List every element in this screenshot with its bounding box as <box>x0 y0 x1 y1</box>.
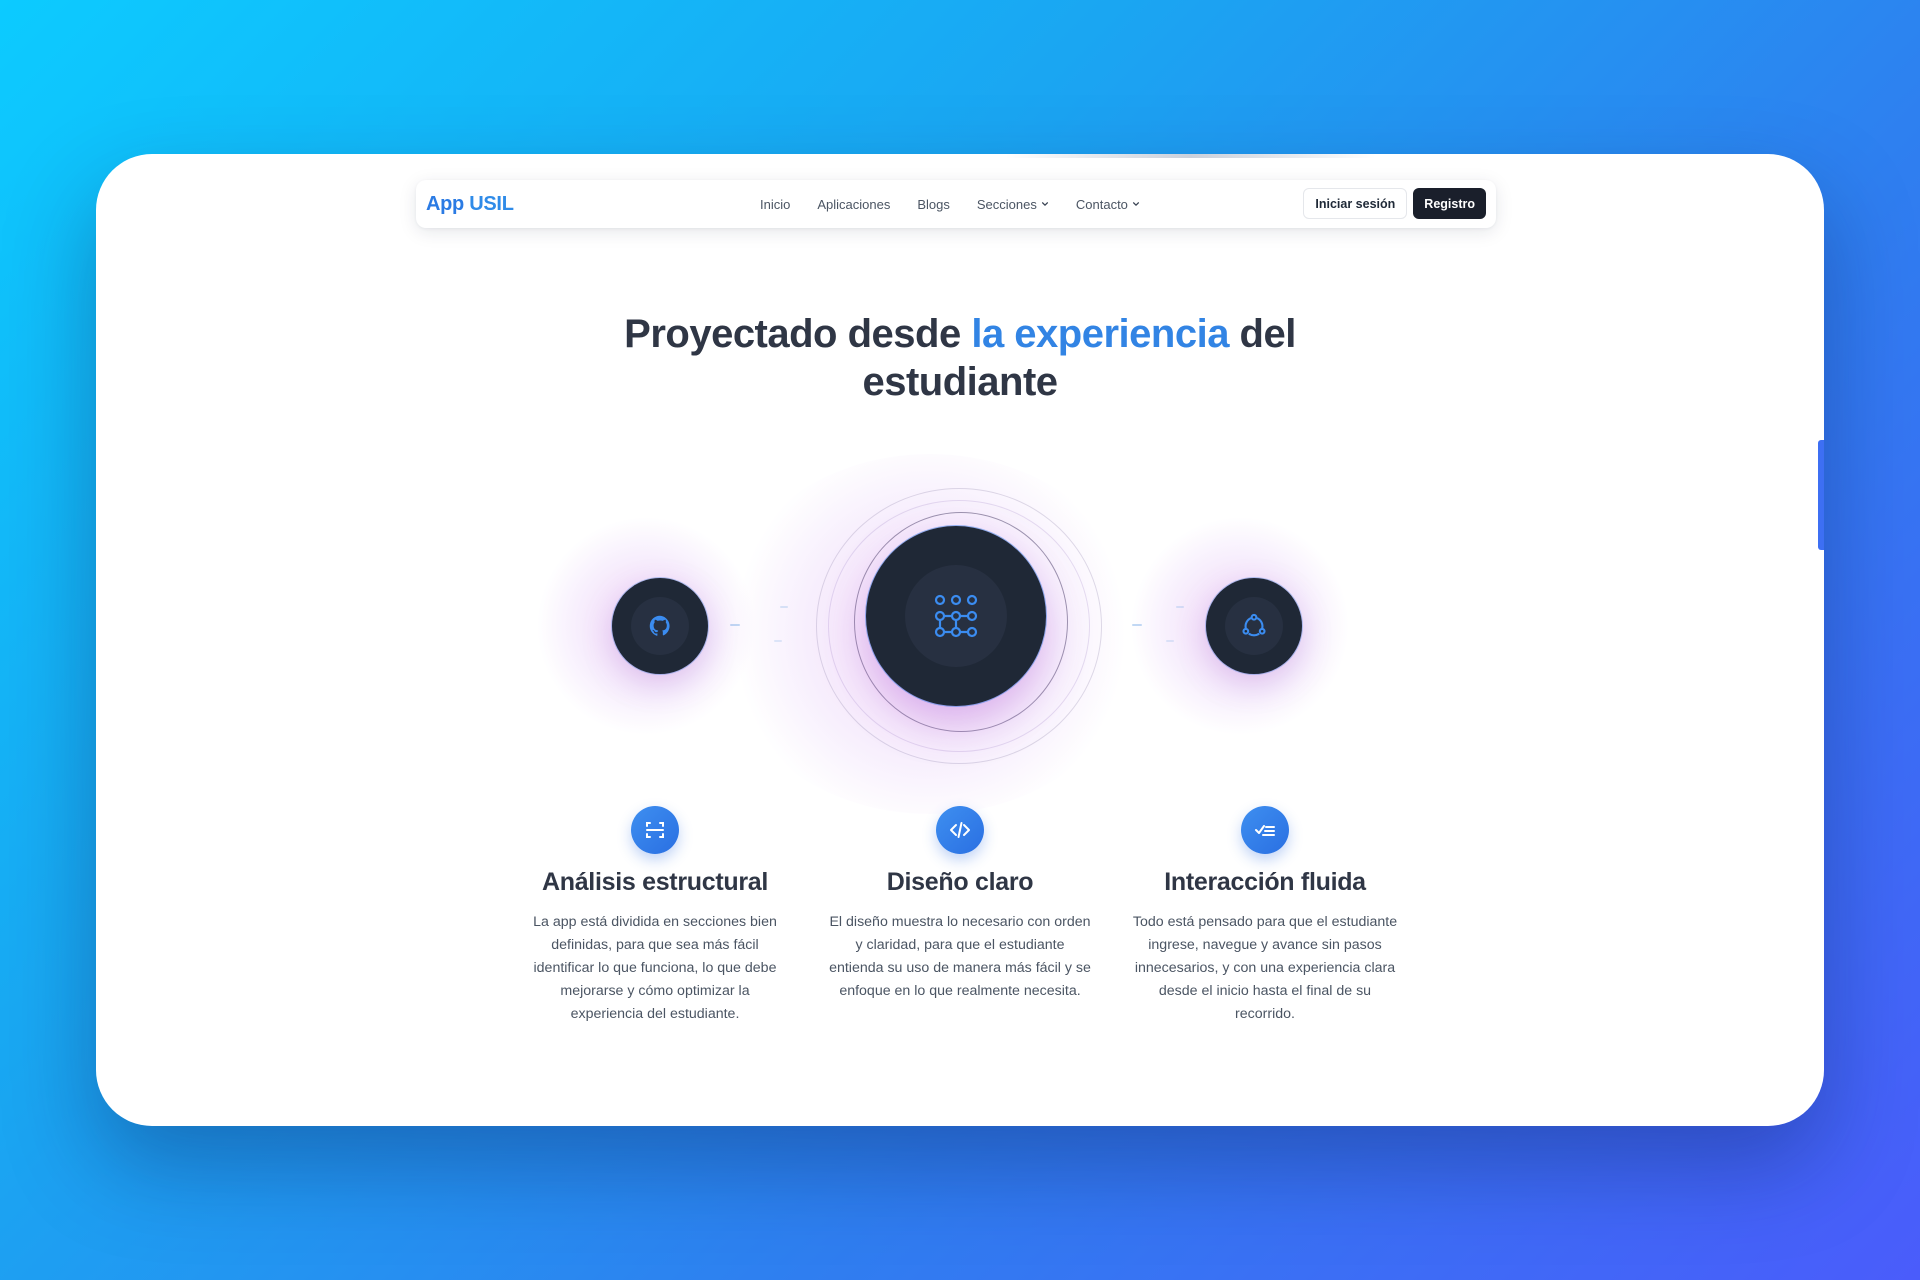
nav-links: Inicio Aplicaciones Blogs Secciones Cont… <box>760 180 1167 228</box>
scan-icon <box>646 822 664 838</box>
top-strip-decoration <box>1006 154 1376 158</box>
connector-dash <box>774 640 782 642</box>
feature-title: Diseño claro <box>886 868 1034 896</box>
github-icon <box>649 615 670 636</box>
nav-link-label: Contacto <box>1075 196 1128 212</box>
connector-dash <box>780 606 788 608</box>
orbit-node-right <box>1206 578 1302 674</box>
feature-analisis-estructural: Análisis estructural La app está dividid… <box>510 806 800 1026</box>
register-button[interactable]: Registro <box>1413 188 1486 219</box>
feature-text-line: Todo está pensado para que el estudiante <box>1132 914 1398 930</box>
node-inner <box>631 597 689 655</box>
title-part2: del <box>1228 312 1297 356</box>
feature-description: La app está dividida en secciones bien d… <box>510 911 800 1026</box>
feature-text-line: y claridad, para que el estudiante <box>855 937 1065 953</box>
page-title: Proyectado desde la experiencia del estu… <box>96 310 1824 406</box>
chevron-down-icon <box>1132 202 1139 206</box>
logo-part-usil: USIL <box>469 192 514 215</box>
feature-text-line: recorrido. <box>1235 1006 1295 1022</box>
feature-text-line: definidas, para que sea más fácil <box>551 937 759 953</box>
code-icon <box>950 822 970 838</box>
nav-link-label: Blogs <box>917 196 950 212</box>
feature-text-line: La app está dividida en secciones bien <box>533 914 777 930</box>
feature-text-line: identificar lo que funciona, lo que debe <box>533 960 777 976</box>
grid-network-icon <box>934 594 978 638</box>
nav-link-label: Inicio <box>760 196 791 212</box>
feature-text-line: experiencia del estudiante. <box>570 1006 740 1022</box>
feature-icon-badge <box>631 806 679 854</box>
nav-link-contacto[interactable]: Contacto <box>1076 197 1140 212</box>
nav-link-aplicaciones[interactable]: Aplicaciones <box>817 197 890 212</box>
nav-actions: Iniciar sesión Registro <box>1303 188 1486 219</box>
feature-description: El diseño muestra lo necesario con orden… <box>815 911 1105 1003</box>
feature-text-line: desde el inicio hasta el final de su <box>1158 983 1372 999</box>
landing-page-card: App USIL Inicio Aplicaciones Blogs Secci… <box>96 154 1824 1126</box>
feature-description: Todo está pensado para que el estudiante… <box>1120 911 1410 1026</box>
feature-text-line: El diseño muestra lo necesario con orden <box>829 914 1091 930</box>
title-part1: Proyectado desde <box>624 312 972 356</box>
navbar: App USIL Inicio Aplicaciones Blogs Secci… <box>416 180 1496 228</box>
nav-link-label: Secciones <box>976 196 1037 212</box>
connector-dash <box>730 624 740 626</box>
feature-text-line: entienda su uso de manera más fácil y se <box>829 960 1091 976</box>
feature-text-line: mejorarse y cómo optimizar la <box>560 983 750 999</box>
connector-dash <box>1132 624 1142 626</box>
feature-title: Análisis estructural <box>541 868 769 896</box>
share-cycle-icon <box>1242 613 1266 637</box>
feature-text-line: enfoque en lo que realmente necesita. <box>839 983 1081 999</box>
node-inner <box>905 565 1007 667</box>
nav-link-secciones[interactable]: Secciones <box>977 197 1049 212</box>
title-highlight: la experiencia <box>971 312 1229 356</box>
node-inner <box>1225 597 1283 655</box>
connector-dash <box>1166 640 1174 642</box>
feature-icon-badge <box>936 806 984 854</box>
nav-link-blogs[interactable]: Blogs <box>917 197 950 212</box>
title-line2: estudiante <box>862 360 1058 404</box>
nav-link-label: Aplicaciones <box>817 196 891 212</box>
feature-interaccion-fluida: Interacción fluida Todo está pensado par… <box>1120 806 1410 1026</box>
chevron-down-icon <box>1041 202 1048 206</box>
feature-title: Interacción fluida <box>1164 868 1366 896</box>
feature-diseno-claro: Diseño claro El diseño muestra lo necesa… <box>815 806 1105 1003</box>
feature-text-line: ingrese, navegue y avance sin pasos <box>1148 937 1382 953</box>
orbit-node-left <box>612 578 708 674</box>
connector-dash <box>1176 606 1184 608</box>
app-logo[interactable]: App USIL <box>426 193 514 216</box>
feature-text-line: innecesarios, y con una experiencia clar… <box>1134 960 1396 976</box>
nav-link-inicio[interactable]: Inicio <box>760 197 790 212</box>
login-button[interactable]: Iniciar sesión <box>1303 188 1408 219</box>
checklist-icon <box>1255 825 1275 836</box>
feature-icon-badge <box>1241 806 1289 854</box>
logo-part-app: App <box>426 192 464 215</box>
side-scroll-tab[interactable] <box>1818 440 1824 550</box>
orbit-node-center <box>866 526 1046 706</box>
orbit-visual <box>96 454 1824 814</box>
